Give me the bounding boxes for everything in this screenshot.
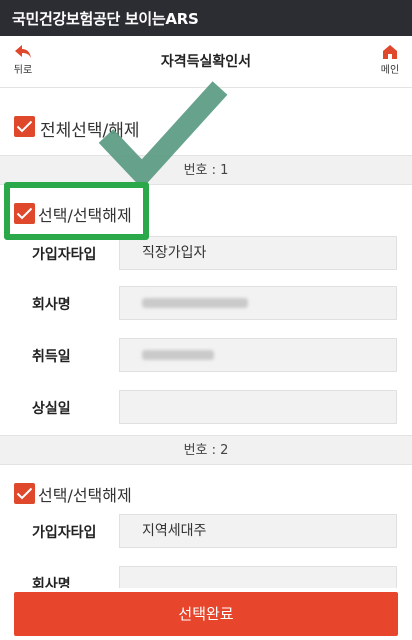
field-row-company: 회사명	[0, 286, 412, 320]
field-row-acquired-date: 취득일	[0, 338, 412, 372]
scroll-content[interactable]: 전체선택/해제 번호 : 1 선택/선택해제 가입자타입 직장가입자 회사명 취…	[0, 0, 412, 588]
field-label: 가입자타입	[32, 525, 97, 541]
record-header: 번호 : 2	[0, 435, 412, 465]
field-label: 상실일	[32, 401, 71, 417]
submit-button[interactable]: 선택완료	[14, 592, 398, 636]
field-value: 지역세대주	[119, 514, 397, 548]
field-row-member-type: 가입자타입 직장가입자	[0, 236, 412, 270]
field-label: 가입자타입	[32, 247, 97, 263]
field-label: 취득일	[32, 349, 71, 365]
field-value	[119, 390, 397, 424]
checkmark-icon	[16, 487, 33, 500]
record-checkbox[interactable]	[14, 483, 35, 504]
field-row-member-type: 가입자타입 지역세대주	[0, 514, 412, 548]
annotation-highlight-box	[4, 182, 149, 240]
field-value	[119, 566, 397, 588]
field-value-redacted	[119, 338, 397, 372]
record-select-label: 선택/선택해제	[38, 486, 132, 505]
field-row-lost-date: 상실일	[0, 390, 412, 424]
record-select-row[interactable]: 선택/선택해제	[0, 468, 412, 514]
field-label: 회사명	[32, 577, 71, 588]
field-value-redacted	[119, 286, 397, 320]
field-label: 회사명	[32, 297, 71, 313]
checkmark-icon	[16, 120, 33, 133]
field-value: 직장가입자	[119, 236, 397, 270]
check-all-checkbox[interactable]	[14, 116, 35, 137]
annotation-checkmark-icon	[98, 81, 228, 188]
field-row-company: 회사명	[0, 566, 412, 588]
